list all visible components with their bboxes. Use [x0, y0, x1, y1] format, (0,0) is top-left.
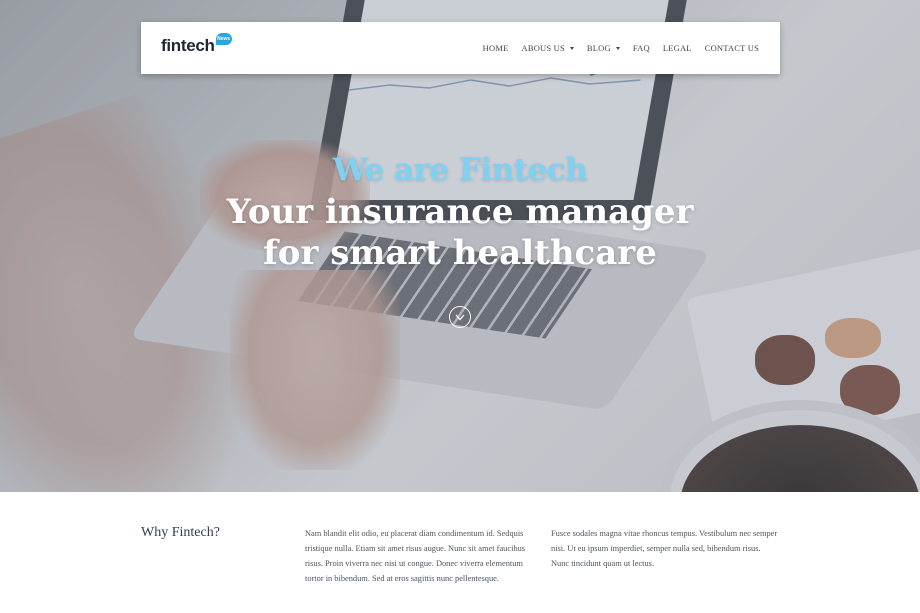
logo[interactable]: fintech News	[161, 33, 232, 56]
chevron-down-icon	[455, 314, 465, 320]
section-text-column: Fusce sodales magna vitae rhoncus tempus…	[551, 529, 778, 568]
scroll-down-button[interactable]	[449, 306, 471, 328]
why-fintech-section: Why Fintech? Nam blandit elit odio, eu p…	[0, 492, 920, 613]
hero-text: We are Fintech Your insurance manager fo…	[0, 152, 920, 274]
nav-item-label: FAQ	[632, 43, 650, 53]
nav-item-label: BLOG	[586, 43, 611, 53]
nav-item-label: LEGAL	[662, 43, 692, 53]
nav-item-contact-us[interactable]: CONTACT US	[705, 43, 759, 53]
caret-down-icon	[615, 46, 620, 50]
hero-title: Your insurance manager for smart healthc…	[0, 192, 920, 274]
nav-item-label: CONTACT US	[704, 43, 759, 53]
nav-item-faq[interactable]: FAQ	[633, 43, 650, 53]
hero-subtitle: We are Fintech	[332, 152, 588, 188]
hero-title-line: for smart healthcare	[263, 233, 657, 273]
nav-item-label: HOME	[482, 43, 509, 53]
nav-item-blog[interactable]: BLOG	[587, 43, 620, 53]
nav-item-label: ABOUS US	[521, 43, 565, 53]
nav-item-legal[interactable]: LEGAL	[663, 43, 692, 53]
navbar: fintech News HOME ABOUS US BLOG FAQ LEGA…	[141, 22, 780, 74]
section-text-column: Nam blandit elit odio, eu placerat diam …	[305, 529, 526, 583]
logo-text: fintech	[161, 36, 215, 55]
hero-title-line: Your insurance manager	[226, 192, 694, 232]
main-nav: HOME ABOUS US BLOG FAQ LEGAL CONTACT US	[470, 22, 759, 74]
nav-item-about-us[interactable]: ABOUS US	[522, 43, 574, 53]
section-heading: Why Fintech?	[141, 525, 220, 540]
caret-down-icon	[569, 46, 574, 50]
logo-badge: News	[215, 33, 232, 45]
nav-item-home[interactable]: HOME	[483, 43, 509, 53]
